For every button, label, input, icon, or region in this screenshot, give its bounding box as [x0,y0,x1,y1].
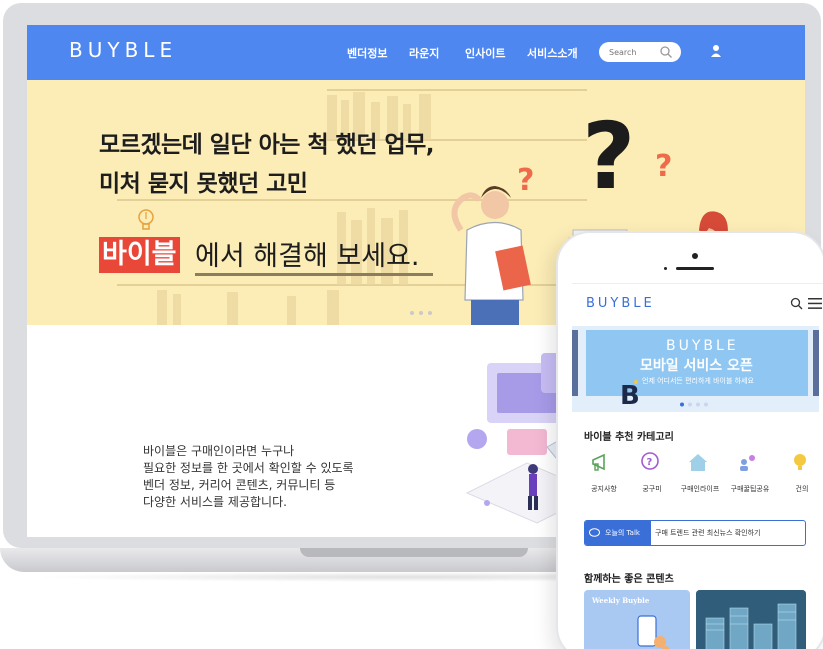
category-label: 건의 [795,485,809,493]
site-logo[interactable]: BUYBLE [69,38,177,62]
nav-link-service-intro[interactable]: 서비스소개 [527,45,578,61]
site-nav: BUYBLE 벤더정보 라운지 인사이트 서비스소개 [27,25,805,80]
nav-link-vendor-info[interactable]: 벤더정보 [347,45,387,61]
user-icon[interactable] [709,43,723,59]
laptop-notch [300,548,528,557]
search-icon[interactable] [659,45,673,59]
category-label: 구매꿀팁공유 [730,485,770,493]
intro-description: 바이블은 구매인이라면 누구나 필요한 정보를 한 곳에서 확인할 수 있도록 … [143,443,354,511]
contents-section-title: 함께하는 좋은 콘텐츠 [584,574,674,585]
phone-mockup: BUYBLE BUYBLE 모바일 서비스 오픈 언제 어디서든 편리하게 바이… [556,231,823,649]
nav-link-insight[interactable]: 인사이트 [465,45,505,61]
talk-headline[interactable]: 구매 트렌드 관련 최신뉴스 확인하기 [655,528,761,538]
hamburger-menu-icon[interactable] [808,298,822,309]
category-buyer-life[interactable]: 구매인라이프 [672,450,728,498]
svg-text:?: ? [517,163,534,198]
intro-line: 다양한 서비스를 제공합니다. [143,495,287,509]
search-input[interactable] [609,45,663,59]
intro-line: 바이블은 구매인이라면 누구나 [143,444,295,458]
banner-slide-indicator[interactable] [678,402,708,407]
category-tips-share[interactable]: 구매꿀팁공유 [722,450,778,498]
hero-headline-line1: 모르겠는데 일단 아는 척 했던 업무, [99,132,435,158]
category-label: 구매인라이프 [680,485,720,493]
banner-card: BUYBLE 모바일 서비스 오픈 언제 어디서든 편리하게 바이블 하세요 B [586,330,808,408]
banner-logo: BUYBLE [666,338,739,354]
hero-headline-line2: 미처 묻지 못했던 고민 [99,171,308,197]
recommended-categories-title: 바이블 추천 카테고리 [584,432,674,443]
phone-speaker [676,267,714,270]
svg-text:?: ? [655,149,672,184]
phone-camera [692,253,698,259]
intro-line: 필요한 정보를 한 곳에서 확인할 수 있도록 [143,461,354,475]
coins-photo-image [696,590,806,649]
content-card-coins[interactable] [696,590,806,649]
hero-tagline: 에서 해결해 보세요. [195,241,420,272]
svg-text:B: B [620,381,640,408]
today-talk-bar[interactable]: 오늘의 Talk 구매 트렌드 관련 최신뉴스 확인하기 [584,520,806,546]
svg-text:?: ? [647,457,653,468]
megaphone-icon [592,453,605,471]
talk-tag-label: 오늘의 Talk [605,529,640,537]
people-chat-icon [740,455,755,471]
banner-prev-edge [572,330,578,396]
card-title: Weekly Buyble [592,596,650,605]
category-suggestion[interactable]: 건의 [774,450,823,498]
mobile-logo[interactable]: BUYBLE [586,296,655,311]
talk-tag: 오늘의 Talk [585,521,651,545]
banner-next-edge [813,330,819,396]
tagline-underline [195,273,433,276]
phone-screen: BUYBLE BUYBLE 모바일 서비스 오픈 언제 어디서든 편리하게 바이… [572,283,823,649]
intro-line: 벤더 정보, 커리어 콘텐츠, 커뮤니티 등 [143,478,336,492]
hero-brand-highlight: 바이블 [99,237,180,273]
search-icon[interactable] [790,297,803,310]
phone-sensor [664,267,667,270]
mockup-stage: BUYBLE 벤더정보 라운지 인사이트 서비스소개 Search 모르겠는데 … [0,0,823,649]
lightbulb-icon [138,209,154,230]
banner-title: 모바일 서비스 오픈 [640,358,753,374]
content-card-weekly[interactable]: Weekly Buyble [584,590,690,649]
speech-bubble-icon [589,528,600,537]
house-icon [689,454,707,471]
b-mascot-icon: B [620,380,640,408]
nav-search-box[interactable] [599,42,681,62]
hero-slide-indicator[interactable] [407,310,435,316]
svg-text:?: ? [582,103,635,210]
nav-link-lounge[interactable]: 라운지 [409,45,439,61]
banner-subtitle: 언제 어디서든 편리하게 바이블 하세요 [642,377,754,385]
phone-hand-illustration [637,615,670,649]
mobile-banner[interactable]: BUYBLE 모바일 서비스 오픈 언제 어디서든 편리하게 바이블 하세요 B [572,326,819,412]
question-bubble-icon: ? [641,452,659,470]
lightbulb-icon [794,454,806,470]
